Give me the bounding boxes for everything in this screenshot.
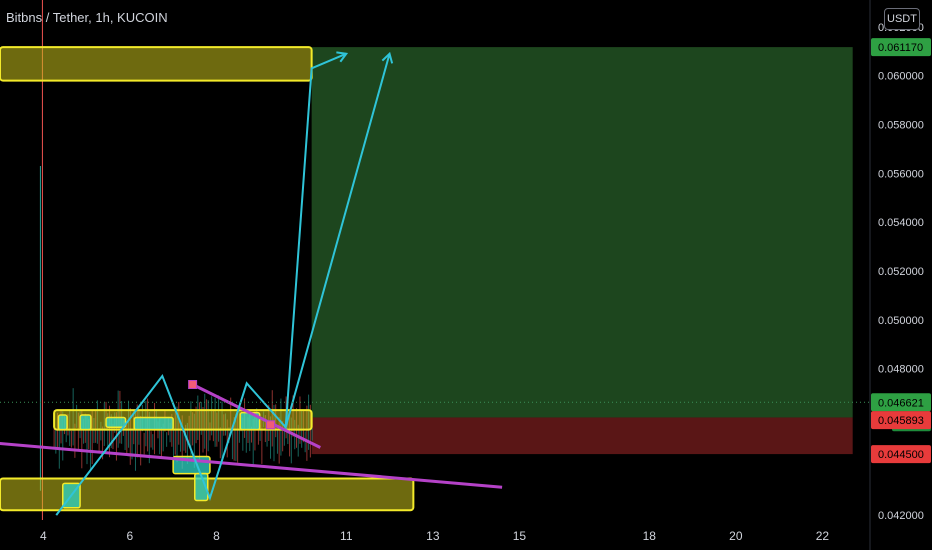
currency-button[interactable]: USDT: [884, 8, 920, 30]
pattern-box: [79, 414, 92, 431]
chart-window: Bitbns / Tether, 1h, KUCOIN 0.042000 0.04…: [0, 0, 932, 550]
projection-path: [55, 52, 347, 516]
x-tick-label: 15: [513, 529, 527, 543]
x-tick-label: 4: [40, 529, 47, 543]
y-tick-label: 0.054000: [878, 217, 924, 229]
pattern-box: [105, 416, 127, 428]
x-tick-label: 13: [426, 529, 440, 543]
y-tick-label: 0.058000: [878, 120, 924, 132]
x-tick-label: 20: [729, 529, 743, 543]
pattern-box: [133, 416, 174, 431]
y-tick-label: 0.048000: [878, 364, 924, 376]
current-price-badge-label: 0.046621: [878, 397, 924, 409]
x-tick-label: 6: [127, 529, 134, 543]
x-tick-label: 22: [816, 529, 830, 543]
y-tick-label: 0.042000: [878, 510, 924, 522]
y-tick-label: 0.056000: [878, 168, 924, 180]
target-price-badge-label: 0.061170: [878, 42, 923, 54]
trendline-anchor: [266, 420, 276, 430]
trendline-anchor: [188, 380, 198, 390]
y-tick-label: 0.052000: [878, 266, 924, 278]
target-zone: [311, 47, 853, 418]
x-tick-label: 18: [643, 529, 657, 543]
x-tick-label: 11: [340, 529, 353, 543]
highlight-box: [0, 46, 313, 82]
x-tick-label: 8: [213, 529, 220, 543]
pattern-box: [57, 414, 68, 431]
y-tick-label: 0.060000: [878, 71, 924, 83]
y-tick-label: 0.050000: [878, 315, 924, 327]
stop-price-badge-label: 0.044500: [878, 449, 924, 461]
price-chart[interactable]: 0.042000 0.048000 0.050000 0.052000 0.054000…: [0, 0, 932, 550]
entry-price-badge-label: 0.045893: [878, 415, 924, 427]
stop-zone: [311, 417, 853, 455]
